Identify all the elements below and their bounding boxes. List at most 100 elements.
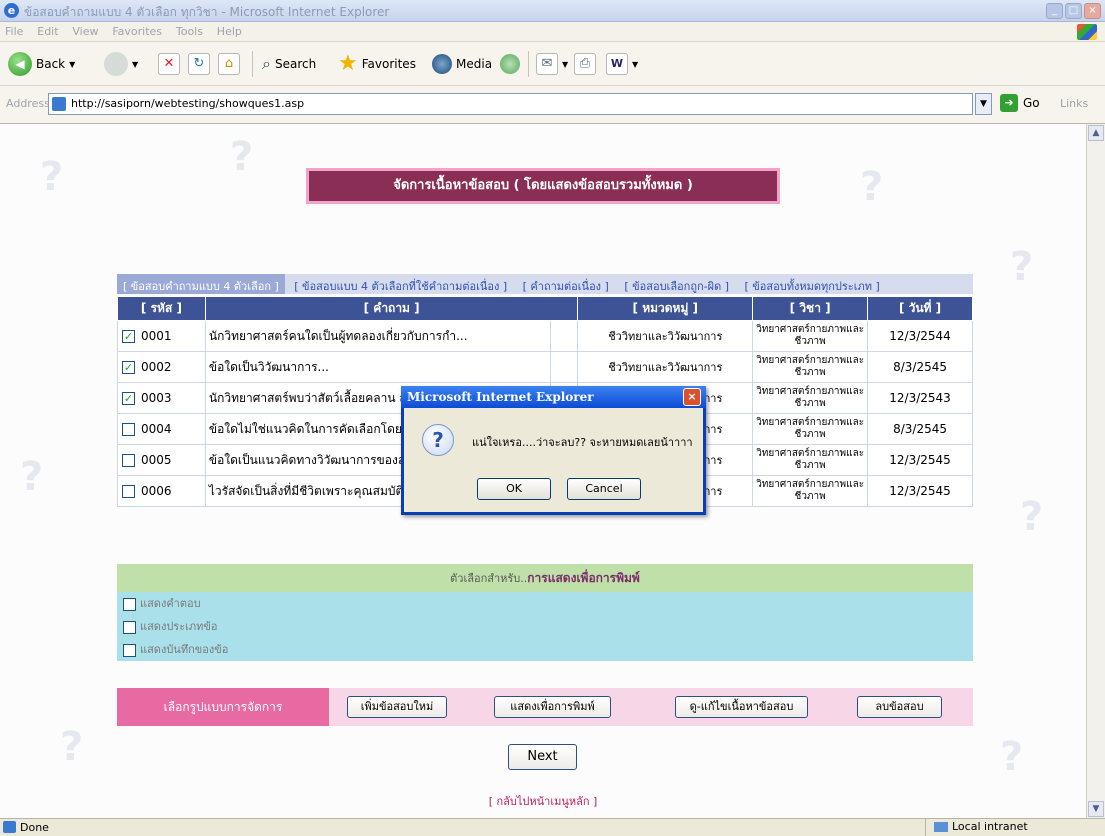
toolbar-separator [252, 51, 253, 77]
column-date: [ วันที่ ] [867, 296, 973, 321]
go-button[interactable]: ➜ Go [1000, 94, 1040, 112]
refresh-icon: ↻ [188, 53, 210, 75]
window-controls: _ □ × [1046, 3, 1101, 19]
option-show-type[interactable]: แสดงประเภทข้อ [117, 615, 973, 638]
question-id: 0005 [141, 453, 172, 467]
edit-button[interactable]: W ▼ [606, 50, 638, 78]
mail-dropdown-icon[interactable]: ▼ [562, 60, 568, 69]
media-button[interactable]: Media [432, 50, 492, 78]
row-checkbox[interactable]: ✓ [122, 330, 135, 343]
media-icon [432, 54, 452, 74]
search-icon: ⌕ [262, 54, 271, 73]
favorites-button[interactable]: ★ Favorites [338, 50, 416, 78]
home-button[interactable]: ⌂ [218, 50, 240, 78]
next-button[interactable]: Next [508, 744, 577, 770]
mail-button[interactable]: ✉ ▼ [536, 50, 568, 78]
edit-dropdown-icon[interactable]: ▼ [632, 60, 638, 69]
address-url: http://sasiporn/webtesting/showques1.asp [71, 97, 305, 110]
page-title: จัดการเนื้อหาข้อสอบ ( โดยแสดงข้อสอบรวมทั… [306, 168, 780, 204]
question-subject: วิทยาศาสตร์กายภาพและชีวภาพ [752, 351, 869, 383]
question-category: ชีววิทยาและวิวัฒนาการ [577, 351, 754, 383]
tab-four-choice[interactable]: [ ข้อสอบคำถามแบบ 4 ตัวเลือก ] [117, 274, 285, 294]
row-checkbox[interactable] [122, 423, 135, 436]
history-button[interactable] [500, 50, 520, 78]
option-checkbox[interactable] [123, 597, 136, 611]
menu-view[interactable]: View [67, 22, 103, 41]
watermark-icon: ? [60, 724, 84, 770]
print-options-heading: ตัวเลือกสำหรับ..การแสดงเพื่อการพิมพ์ [117, 564, 973, 592]
print-button[interactable]: ⎙ [574, 50, 596, 78]
refresh-button[interactable]: ↻ [188, 50, 210, 78]
menu-file[interactable]: File [0, 22, 28, 41]
option-checkbox[interactable] [123, 643, 136, 657]
menu-tools[interactable]: Tools [171, 22, 208, 41]
history-icon [500, 54, 520, 74]
vertical-scrollbar[interactable]: ▲ ▼ [1086, 124, 1105, 818]
maximize-icon[interactable]: □ [1065, 3, 1082, 19]
back-button[interactable]: ◀ Back ▼ [8, 50, 75, 78]
watermark-icon: ? [1000, 734, 1024, 780]
scroll-down-icon[interactable]: ▼ [1088, 801, 1104, 817]
back-label: Back [36, 57, 66, 71]
toolbar-separator [528, 51, 529, 77]
action-bar-label: เลือกรูปแบบการจัดการ [117, 688, 329, 726]
question-date: 12/3/2544 [867, 320, 973, 352]
watermark-icon: ? [230, 134, 254, 180]
add-question-button[interactable]: เพิ่มข้อสอบใหม่ [347, 696, 447, 718]
menu-help[interactable]: Help [212, 22, 247, 41]
page-icon [52, 97, 66, 111]
cancel-button[interactable]: Cancel [567, 478, 641, 500]
dialog-close-icon[interactable]: × [683, 388, 701, 406]
table-row: ✓ 0001 นักวิทยาศาสตร์คนใดเป็นผู้ทดลองเกี่… [117, 320, 973, 352]
option-show-answer[interactable]: แสดงคำตอบ [117, 592, 973, 615]
question-date: 8/3/2545 [867, 351, 973, 383]
question-subject: วิทยาศาสตร์กายภาพและชีวภาพ [752, 413, 869, 445]
question-date: 12/3/2543 [867, 382, 973, 414]
minimize-icon[interactable]: _ [1046, 3, 1063, 19]
delete-question-button[interactable]: ลบข้อสอบ [857, 696, 942, 718]
row-checkbox[interactable]: ✓ [122, 361, 135, 374]
menu-favorites[interactable]: Favorites [107, 22, 167, 41]
question-text[interactable]: นักวิทยาศาสตร์คนใดเป็นผู้ทดลองเกี่ยวกับก… [204, 320, 551, 352]
option-show-notes[interactable]: แสดงบันทึกของข้อ [117, 638, 973, 661]
edit-question-button[interactable]: ดู-แก้ไขเนื้อหาข้อสอบ [675, 696, 808, 718]
tab-four-choice-continuous[interactable]: [ ข้อสอบแบบ 4 ตัวเลือกที่ใช้คำถามต่อเนื่… [288, 274, 513, 294]
question-date: 8/3/2545 [867, 413, 973, 445]
links-button[interactable]: Links [1060, 97, 1088, 110]
watermark-icon: ? [1010, 244, 1034, 290]
column-question: [ คำถาม ] [204, 296, 579, 321]
row-checkbox[interactable] [122, 454, 135, 467]
search-button[interactable]: ⌕ Search [262, 50, 316, 78]
tab-true-false[interactable]: [ ข้อสอบเลือกถูก-ผิด ] [618, 274, 735, 294]
address-bar: Address http://sasiporn/webtesting/showq… [0, 86, 1105, 124]
forward-arrow-icon [104, 52, 128, 76]
action-bar: เลือกรูปแบบการจัดการ เพิ่มข้อสอบใหม่ แสด… [117, 688, 973, 726]
home-menu-link: [ กลับไปหน้าเมนูหลัก ] [488, 795, 598, 808]
address-dropdown-icon[interactable]: ▼ [975, 93, 992, 115]
scroll-up-icon[interactable]: ▲ [1088, 125, 1104, 141]
menu-edit[interactable]: Edit [32, 22, 63, 41]
confirm-dialog: Microsoft Internet Explorer × ? แน่ใจเหร… [401, 386, 706, 515]
back-dropdown-icon[interactable]: ▼ [69, 60, 75, 69]
menu-bar: File Edit View Favorites Tools Help [0, 22, 1105, 42]
close-icon[interactable]: × [1084, 3, 1101, 19]
print-icon: ⎙ [574, 53, 596, 75]
address-input[interactable]: http://sasiporn/webtesting/showques1.asp [48, 93, 973, 115]
watermark-icon: ? [860, 164, 884, 210]
row-checkbox[interactable] [122, 485, 135, 498]
address-label: Address [6, 97, 50, 110]
stop-button[interactable]: ✕ [158, 50, 180, 78]
print-view-button[interactable]: แสดงเพื่อการพิมพ์ [494, 696, 611, 718]
forward-button[interactable]: ▼ [104, 50, 138, 78]
question-text[interactable]: ข้อใดเป็นวิวัฒนาการ... [204, 351, 551, 383]
row-checkbox[interactable]: ✓ [122, 392, 135, 405]
question-subject: วิทยาศาสตร์กายภาพและชีวภาพ [752, 444, 869, 476]
option-checkbox[interactable] [123, 620, 136, 634]
forward-dropdown-icon[interactable]: ▼ [132, 60, 138, 69]
tab-continuous-question[interactable]: [ คำถามต่อเนื่อง ] [517, 274, 615, 294]
ok-button[interactable]: OK [477, 478, 551, 500]
favorites-star-icon: ★ [338, 51, 358, 76]
question-id: 0003 [141, 391, 172, 405]
tab-all-types[interactable]: [ ข้อสอบทั้งหมดทุกประเภท ] [739, 274, 886, 294]
go-label: Go [1023, 96, 1040, 110]
